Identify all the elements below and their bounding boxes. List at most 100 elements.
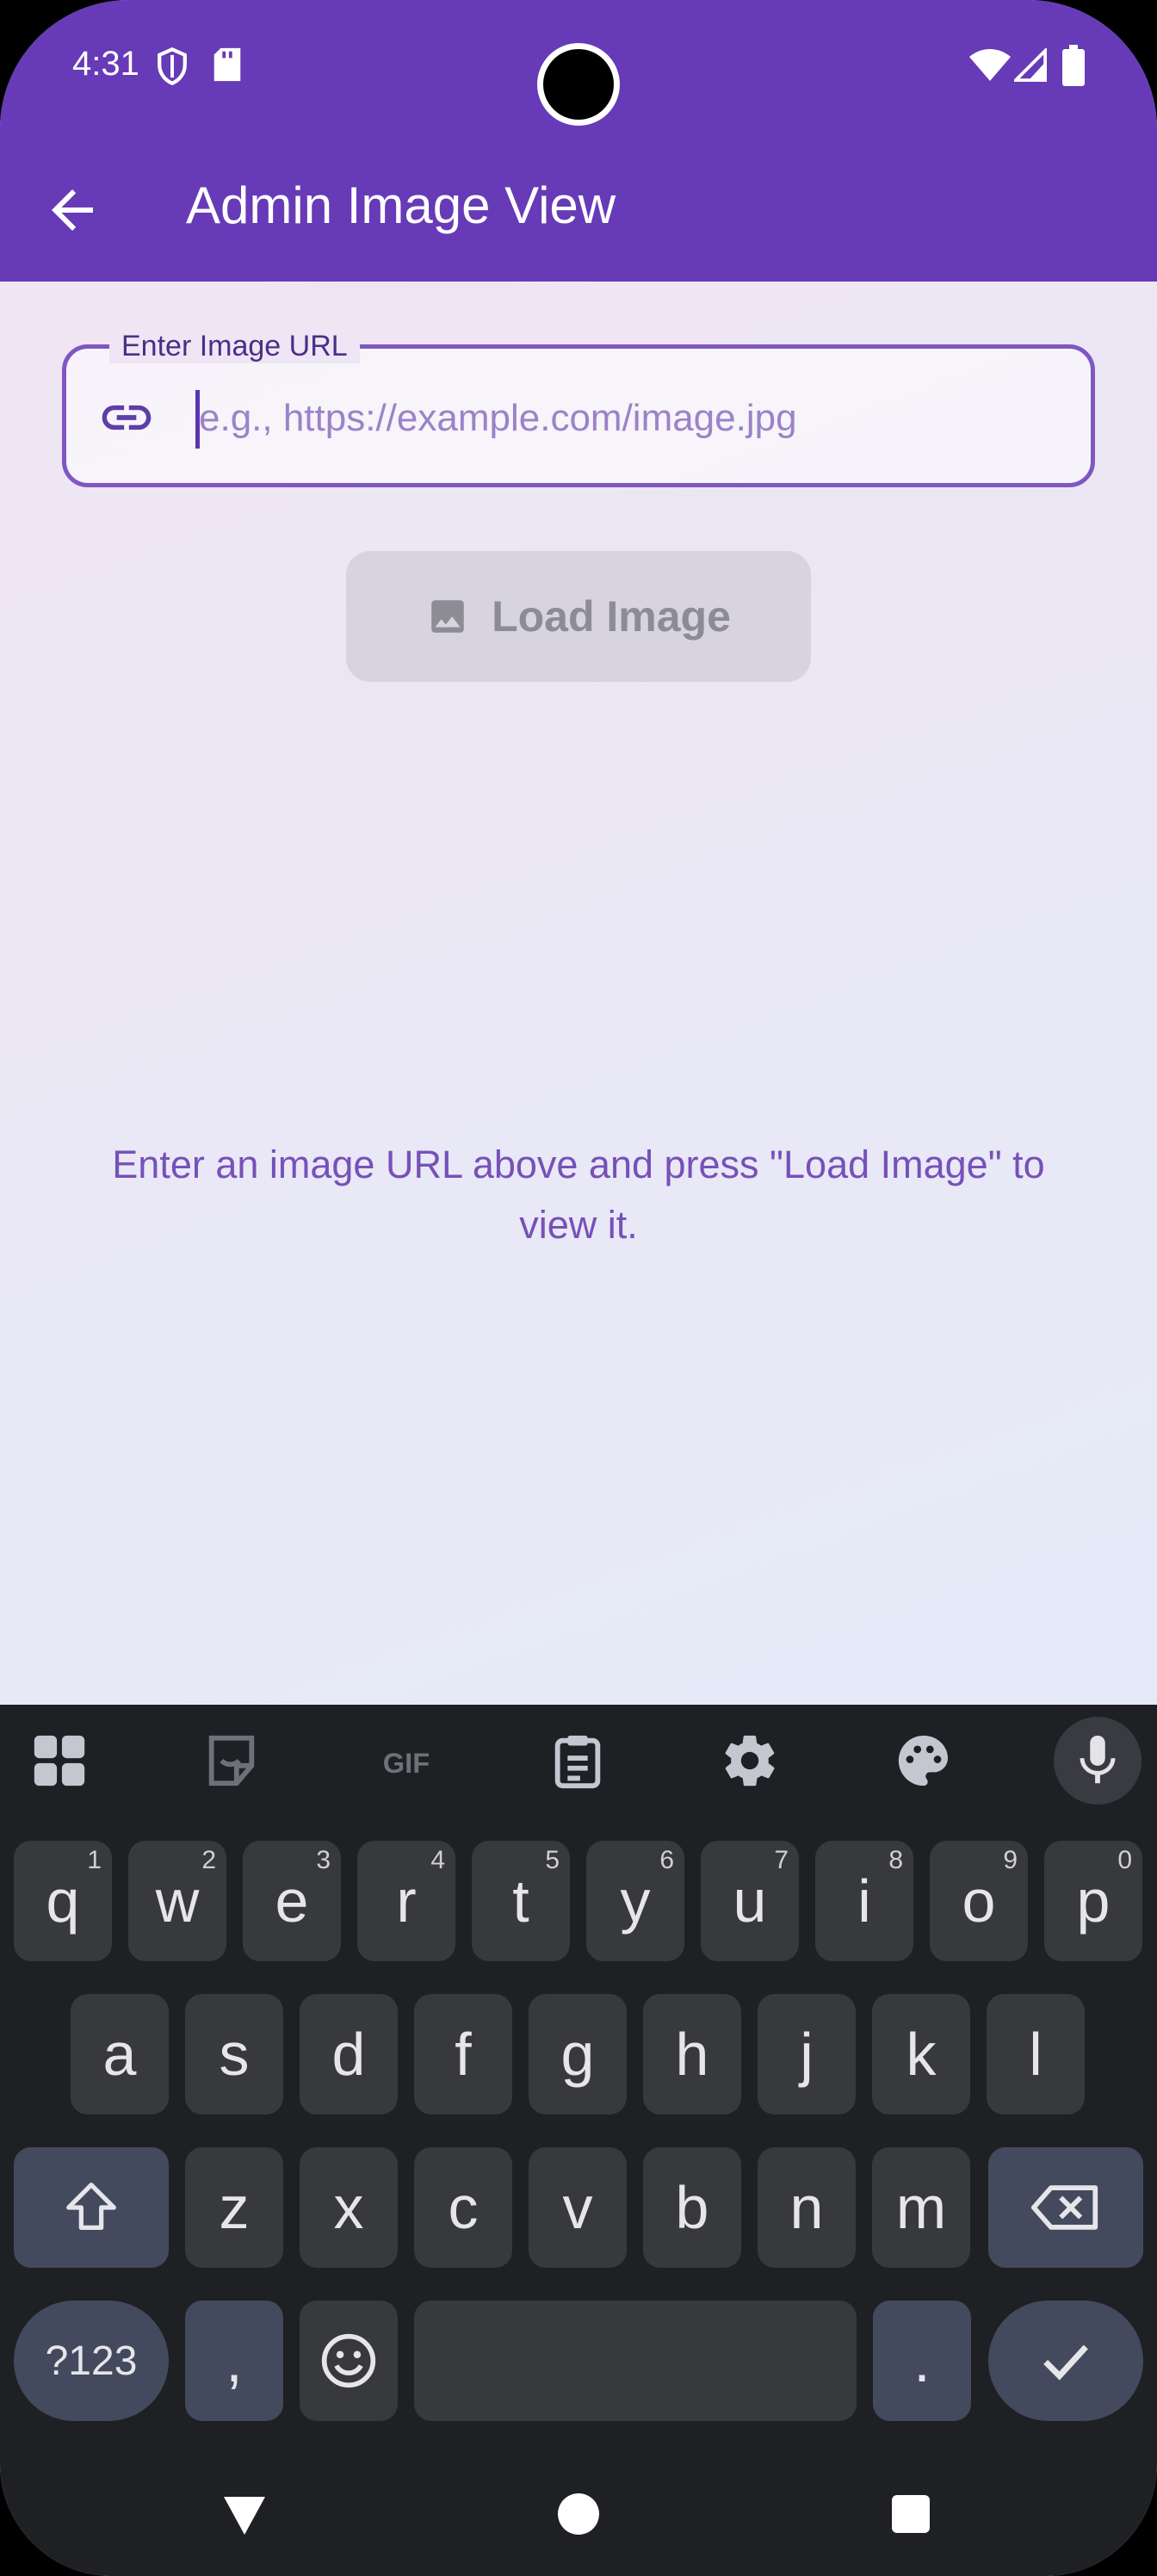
key-s[interactable]: s: [185, 1994, 283, 2115]
key-n[interactable]: n: [758, 2147, 856, 2268]
key-y[interactable]: y6: [586, 1841, 684, 1961]
key-a-label: a: [102, 2021, 137, 2088]
key-y-label: y: [620, 1867, 651, 1935]
system-navigation-bar: [0, 2493, 1157, 2576]
key-w-number-hint: 2: [201, 1846, 216, 1874]
camera-cutout: [537, 43, 620, 126]
sd-card-icon: [213, 47, 241, 82]
mic-icon: [1080, 1735, 1116, 1784]
key-h[interactable]: h: [643, 1994, 741, 2115]
key-z-label: z: [219, 2174, 250, 2241]
key-w-label: w: [155, 1867, 200, 1935]
sticker-icon[interactable]: [201, 1731, 262, 1791]
key-r-label: r: [396, 1867, 417, 1935]
key-v[interactable]: v: [529, 2147, 627, 2268]
key-m-label: m: [895, 2174, 947, 2241]
load-image-button[interactable]: Load Image: [346, 551, 811, 682]
space-key[interactable]: [414, 2300, 857, 2421]
key-o-number-hint: 9: [1003, 1846, 1018, 1874]
screen: 4:31 Admin Image View Enter Image URL e.…: [0, 0, 1157, 2576]
key-j-label: j: [800, 2021, 814, 2088]
nav-home-icon[interactable]: [556, 2492, 601, 2536]
status-time: 4:31: [72, 45, 139, 83]
comma-key[interactable]: ,: [185, 2300, 283, 2421]
symbols-key-label: ?123: [45, 2338, 138, 2384]
period-key[interactable]: .: [873, 2300, 971, 2421]
key-l[interactable]: l: [987, 1994, 1085, 2115]
key-b[interactable]: b: [643, 2147, 741, 2268]
key-b-label: b: [675, 2174, 709, 2241]
key-m[interactable]: m: [872, 2147, 970, 2268]
key-i[interactable]: i8: [815, 1841, 913, 1961]
key-e[interactable]: e3: [243, 1841, 341, 1961]
key-d-label: d: [331, 2021, 366, 2088]
key-d[interactable]: d: [300, 1994, 398, 2115]
emoji-key[interactable]: [300, 2300, 398, 2421]
apps-grid-icon[interactable]: [29, 1731, 90, 1791]
key-i-label: i: [857, 1867, 871, 1935]
enter-done-key[interactable]: [988, 2300, 1143, 2421]
shield-icon: [158, 46, 187, 86]
gif-icon[interactable]: GIF: [370, 1731, 442, 1791]
key-r-number-hint: 4: [430, 1846, 445, 1874]
nav-back-icon[interactable]: [220, 2493, 269, 2536]
keyboard-toolbar: GIF: [0, 1705, 1157, 1817]
image-url-field[interactable]: Enter Image URL: [62, 330, 1095, 487]
key-y-number-hint: 6: [659, 1846, 674, 1874]
back-arrow-icon[interactable]: [41, 179, 103, 241]
key-a[interactable]: a: [71, 1994, 169, 2115]
app-bar: 4:31 Admin Image View: [0, 0, 1157, 282]
key-s-label: s: [219, 2021, 250, 2088]
key-g[interactable]: g: [529, 1994, 627, 2115]
key-x[interactable]: x: [300, 2147, 398, 2268]
key-e-label: e: [275, 1867, 309, 1935]
key-p-label: p: [1076, 1867, 1111, 1935]
clipboard-icon[interactable]: [548, 1731, 608, 1791]
key-q-number-hint: 1: [87, 1846, 102, 1874]
key-c[interactable]: c: [414, 2147, 512, 2268]
period-key-label: .: [913, 2327, 931, 2394]
symbols-key[interactable]: ?123: [14, 2300, 169, 2421]
key-z[interactable]: z: [185, 2147, 283, 2268]
cellular-signal-icon: [1014, 48, 1047, 82]
image-icon: [431, 600, 464, 633]
nav-recents-icon[interactable]: [890, 2493, 931, 2535]
key-q-label: q: [46, 1867, 80, 1935]
image-url-input[interactable]: [197, 383, 1044, 454]
settings-gear-icon[interactable]: [720, 1731, 780, 1791]
key-h-label: h: [675, 2021, 709, 2088]
palette-icon[interactable]: [894, 1731, 954, 1791]
key-u-number-hint: 7: [774, 1846, 789, 1874]
key-l-label: l: [1029, 2021, 1043, 2088]
checkmark-icon: [1043, 2344, 1088, 2381]
key-q[interactable]: q1: [14, 1841, 112, 1961]
key-p[interactable]: p0: [1044, 1841, 1142, 1961]
key-k-label: k: [906, 2021, 937, 2088]
key-w[interactable]: w2: [128, 1841, 226, 1961]
key-o[interactable]: o9: [930, 1841, 1028, 1961]
shift-key[interactable]: [14, 2147, 169, 2268]
voice-input-button[interactable]: [1054, 1717, 1142, 1805]
key-u[interactable]: u7: [701, 1841, 799, 1961]
backspace-key[interactable]: [988, 2147, 1143, 2268]
key-g-label: g: [560, 2021, 595, 2088]
key-t-label: t: [512, 1867, 529, 1935]
key-j[interactable]: j: [758, 1994, 856, 2115]
key-p-number-hint: 0: [1117, 1846, 1132, 1874]
wifi-icon: [969, 49, 1011, 81]
key-t[interactable]: t5: [472, 1841, 570, 1961]
key-u-label: u: [733, 1867, 767, 1935]
empty-state-hint: Enter an image URL above and press "Load…: [112, 1142, 1045, 1247]
text-cursor: [195, 390, 200, 449]
battery-icon: [1062, 45, 1085, 86]
key-k[interactable]: k: [872, 1994, 970, 2115]
key-f[interactable]: f: [414, 1994, 512, 2115]
page-title: Admin Image View: [186, 176, 616, 234]
soft-keyboard: GIF: [0, 1705, 1157, 2576]
link-icon: [102, 405, 152, 430]
key-v-label: v: [562, 2174, 593, 2241]
key-x-label: x: [333, 2174, 364, 2241]
key-n-label: n: [789, 2174, 824, 2241]
key-r[interactable]: r4: [357, 1841, 455, 1961]
key-f-label: f: [455, 2021, 472, 2088]
